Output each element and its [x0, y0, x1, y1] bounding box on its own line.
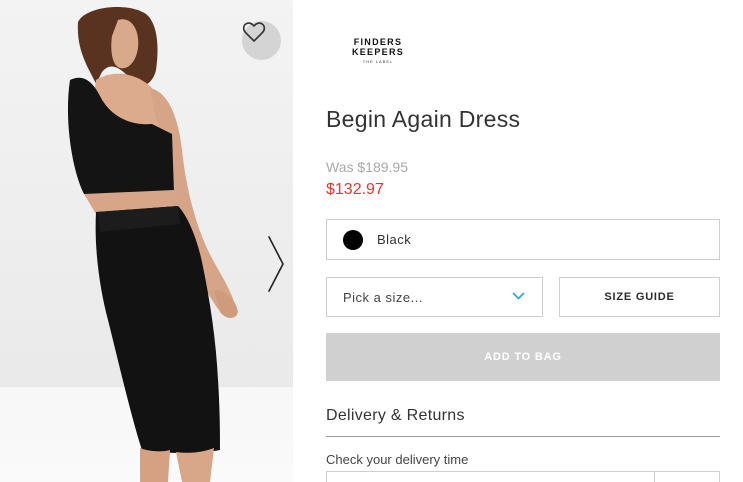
colour-swatch — [343, 229, 363, 250]
product-image — [0, 0, 293, 482]
brand-name: FINDERS KEEPERS — [351, 37, 405, 57]
size-placeholder: Pick a size... — [343, 289, 423, 305]
add-to-bag-button[interactable]: ADD TO BAG — [326, 333, 720, 381]
size-guide-button[interactable]: SIZE GUIDE — [559, 277, 720, 317]
postcode-input[interactable] — [326, 471, 655, 482]
original-price: Was $189.95 — [326, 159, 408, 175]
delivery-check-label: Check your delivery time — [326, 452, 469, 467]
postcode-submit-button[interactable] — [654, 471, 720, 482]
chevron-down-icon — [512, 292, 525, 300]
colour-label: Black — [377, 232, 412, 247]
chevron-right-icon — [268, 236, 284, 292]
product-title: Begin Again Dress — [326, 106, 521, 132]
brand-logo[interactable]: FINDERS KEEPERS THE LABEL — [326, 37, 430, 64]
sale-price: $132.97 — [326, 181, 384, 198]
next-image-button[interactable] — [265, 233, 289, 295]
heart-outline-icon — [242, 22, 266, 42]
wishlist-button[interactable] — [242, 21, 281, 60]
model-illustration — [67, 7, 238, 482]
delivery-divider — [326, 436, 720, 437]
size-dropdown[interactable]: Pick a size... — [326, 277, 543, 317]
delivery-returns-heading[interactable]: Delivery & Returns — [326, 407, 465, 425]
brand-subtitle: THE LABEL — [362, 59, 394, 64]
colour-selector[interactable]: Black — [326, 219, 720, 260]
